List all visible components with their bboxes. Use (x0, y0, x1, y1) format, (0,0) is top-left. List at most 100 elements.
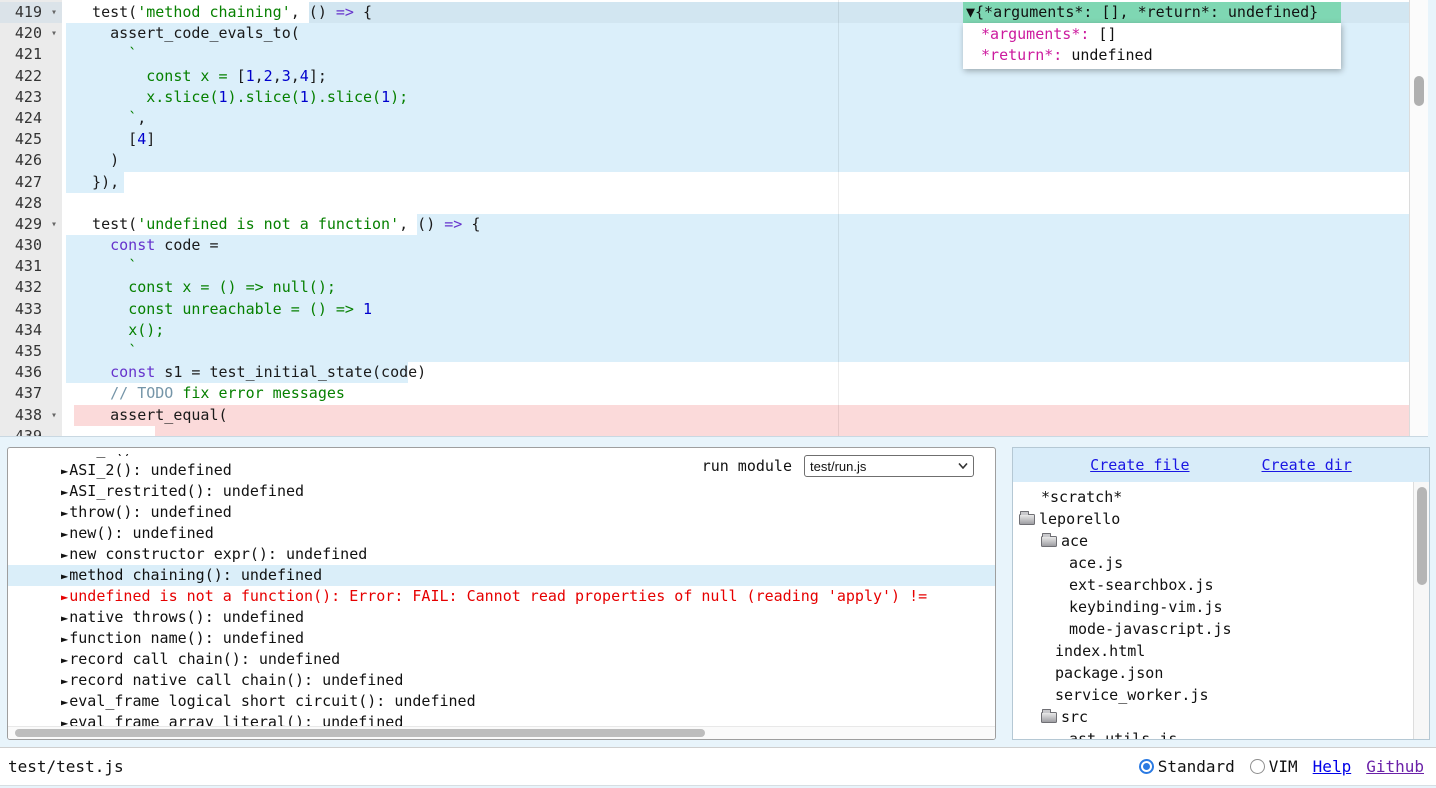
radio-unselected-icon[interactable] (1250, 759, 1265, 774)
file-tree-scrollbar[interactable] (1413, 482, 1429, 739)
test-result-row[interactable]: ►ASI_restrited(): undefined (8, 481, 995, 502)
fold-arrow-icon[interactable]: ▾ (51, 405, 57, 426)
fold-arrow-icon[interactable]: ▾ (51, 214, 57, 235)
code-line[interactable]: }), (0, 172, 1409, 193)
keybinding-standard-label: Standard (1158, 757, 1235, 776)
file-tree-scrollbar-thumb[interactable] (1417, 487, 1427, 585)
code-text: const unreachable = () => 1 (0, 299, 1409, 320)
tree-item-label: package.json (1055, 662, 1163, 684)
create-dir-link[interactable]: Create dir (1262, 456, 1352, 474)
code-line[interactable]: ` (0, 256, 1409, 277)
code-line[interactable] (0, 426, 1409, 437)
code-line[interactable]: [4] (0, 129, 1409, 150)
tree-item-package.json[interactable]: package.json (1013, 662, 1429, 684)
code-line[interactable]: test('undefined is not a function', () =… (0, 214, 1409, 235)
test-result-text: native throws(): undefined (69, 608, 304, 626)
code-line[interactable]: x(); (0, 320, 1409, 341)
code-line[interactable]: const unreachable = () => 1 (0, 299, 1409, 320)
code-text: [4] (0, 129, 1409, 150)
test-result-row[interactable]: ►method chaining(): undefined (8, 565, 995, 586)
expand-arrow-icon[interactable]: ► (61, 506, 68, 520)
status-bar-right: Standard VIM Help Github (1139, 748, 1424, 785)
gutter-line: 423 (0, 87, 62, 108)
test-result-text: throw(): undefined (69, 503, 232, 521)
expand-arrow-icon[interactable]: ► (61, 611, 68, 625)
help-link[interactable]: Help (1313, 757, 1352, 776)
expand-arrow-icon[interactable]: ► (61, 527, 68, 541)
radio-selected-icon[interactable] (1139, 759, 1154, 774)
output-horizontal-scrollbar[interactable] (8, 726, 995, 739)
test-result-row[interactable]: ►function name(): undefined (8, 628, 995, 649)
test-result-row[interactable]: ►throw(): undefined (8, 502, 995, 523)
expand-arrow-icon[interactable]: ► (61, 674, 68, 688)
gutter-line: 438▾ (0, 405, 62, 426)
code-line[interactable]: `, (0, 108, 1409, 129)
editor-vertical-scrollbar-thumb[interactable] (1414, 76, 1424, 106)
code-line[interactable]: ) (0, 150, 1409, 171)
code-line[interactable]: assert_equal( (0, 405, 1409, 426)
code-text: ` (0, 341, 1409, 362)
code-line[interactable] (0, 193, 1409, 214)
eval-result-header[interactable]: ▼{*arguments*: [], *return*: undefined} (963, 2, 1341, 23)
expand-arrow-icon[interactable]: ► (61, 464, 68, 478)
expand-arrow-icon[interactable]: ► (61, 590, 68, 604)
tree-item-src[interactable]: src (1013, 706, 1429, 728)
tree-item-label: ext-searchbox.js (1069, 574, 1214, 596)
expand-arrow-icon[interactable]: ► (61, 485, 68, 499)
code-line[interactable]: const x = () => null(); (0, 277, 1409, 298)
gutter-line: 426 (0, 150, 62, 171)
tree-item-keybinding-vim.js[interactable]: keybinding-vim.js (1013, 596, 1429, 618)
expand-arrow-icon[interactable]: ► (61, 569, 68, 583)
test-result-row[interactable]: ►new(): undefined (8, 523, 995, 544)
keybinding-standard-radio[interactable]: Standard (1139, 757, 1235, 776)
tree-item-service_worker.js[interactable]: service_worker.js (1013, 684, 1429, 706)
expand-arrow-icon[interactable]: ► (61, 454, 68, 457)
test-result-row[interactable]: ►record native call chain(): undefined (8, 670, 995, 691)
tree-item-ext-searchbox.js[interactable]: ext-searchbox.js (1013, 574, 1429, 596)
tree-item-label: src (1061, 706, 1088, 728)
test-result-row[interactable]: ►undefined is not a function(): Error: F… (8, 586, 995, 607)
code-text: test('undefined is not a function', () =… (0, 214, 1409, 235)
gutter-line: 431 (0, 256, 62, 277)
test-result-text: method chaining(): undefined (69, 566, 322, 584)
expand-arrow-icon[interactable]: ► (61, 653, 68, 667)
tree-item-ace.js[interactable]: ace.js (1013, 552, 1429, 574)
expand-arrow-icon[interactable]: ► (61, 548, 68, 562)
tree-item-mode-javascript.js[interactable]: mode-javascript.js (1013, 618, 1429, 640)
code-line[interactable]: x.slice(1).slice(1).slice(1); (0, 87, 1409, 108)
expand-arrow-icon[interactable]: ► (61, 632, 68, 646)
test-result-row[interactable]: ►new constructor expr(): undefined (8, 544, 995, 565)
file-tree[interactable]: *scratch*leporelloaceace.jsext-searchbox… (1013, 482, 1429, 740)
code-editor[interactable]: test('method chaining', () => { assert_c… (0, 0, 1428, 437)
tree-item-label: ast_utils.js (1069, 728, 1177, 740)
keybinding-vim-radio[interactable]: VIM (1250, 757, 1298, 776)
output-horizontal-scrollbar-thumb[interactable] (15, 729, 705, 737)
code-line[interactable]: const code = (0, 235, 1409, 256)
test-result-row[interactable]: ►native throws(): undefined (8, 607, 995, 628)
fold-arrow-icon[interactable]: ▾ (51, 23, 57, 44)
code-line[interactable]: const s1 = test_initial_state(code) (0, 362, 1409, 383)
run-module-select[interactable]: test/run.js (804, 455, 974, 477)
folder-icon (1041, 536, 1057, 547)
tree-item-*scratch*[interactable]: *scratch* (1013, 486, 1429, 508)
run-module-label: run module (702, 457, 792, 475)
code-line[interactable]: // TODO fix error messages (0, 383, 1409, 404)
tree-item-ace[interactable]: ace (1013, 530, 1429, 552)
fold-arrow-icon[interactable]: ▾ (51, 2, 57, 23)
file-tree-header: Create file Create dir (1013, 448, 1429, 482)
tree-item-label: ace.js (1069, 552, 1123, 574)
github-link[interactable]: Github (1366, 757, 1424, 776)
eval-result-row: *return*: undefined (963, 45, 1341, 66)
tree-item-index.html[interactable]: index.html (1013, 640, 1429, 662)
tree-item-ast_utils.js[interactable]: ast_utils.js (1013, 728, 1429, 740)
code-line[interactable]: ` (0, 341, 1409, 362)
test-result-text: new(): undefined (69, 524, 214, 542)
expand-arrow-icon[interactable]: ► (61, 695, 68, 709)
tree-item-label: service_worker.js (1055, 684, 1209, 706)
tree-item-leporello[interactable]: leporello (1013, 508, 1429, 530)
test-result-row[interactable]: ►eval_frame logical short circuit(): und… (8, 691, 995, 712)
create-file-link[interactable]: Create file (1090, 456, 1189, 474)
eval-result-tooltip[interactable]: ▼{*arguments*: [], *return*: undefined} … (963, 2, 1341, 69)
test-result-row[interactable]: ►record call chain(): undefined (8, 649, 995, 670)
editor-vertical-scrollbar[interactable] (1409, 0, 1428, 437)
